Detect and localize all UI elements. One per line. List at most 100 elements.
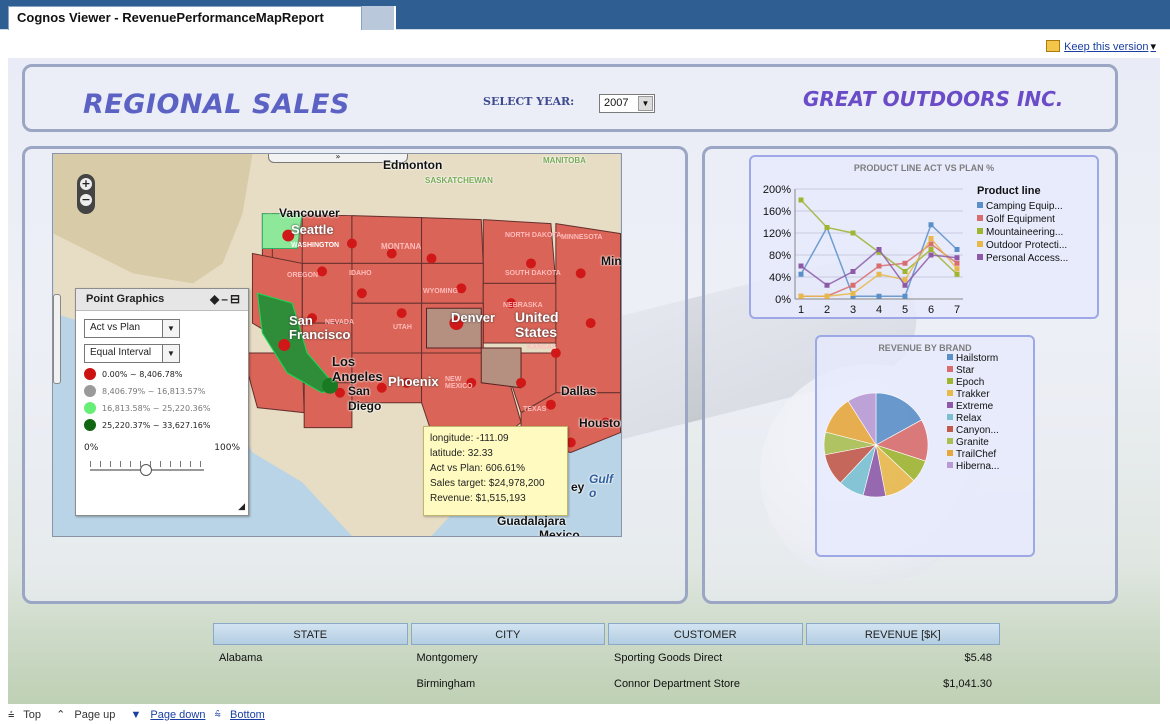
map-label: MONTANA <box>381 242 422 251</box>
map-label: Guadalajara <box>497 514 566 528</box>
nav-page-down-link[interactable]: Page down <box>150 709 205 721</box>
pie-legend-item: Canyon... <box>947 425 999 436</box>
map-label: Gulf o <box>589 472 613 500</box>
zoom-control[interactable]: + − <box>77 174 95 214</box>
zoom-out-icon[interactable]: − <box>80 194 92 206</box>
map-label: WYOMING <box>423 288 458 295</box>
legend-label: Hailstorm <box>956 353 999 364</box>
nav-page-up-label: Page up <box>74 709 116 721</box>
line-legend-item: Mountaineering... <box>977 227 1063 238</box>
series-point <box>928 252 934 258</box>
title-bar-tab-stub <box>362 6 396 30</box>
cell-customer: Connor Department Store <box>614 678 740 690</box>
minimize-icon[interactable]: – <box>221 292 230 306</box>
legend-range-label: 0.00% ~ 8,406.78% <box>102 369 183 379</box>
series-point <box>824 282 830 288</box>
series-point <box>954 260 960 266</box>
x-tick-label: 1 <box>798 304 804 316</box>
map-label: MINNESOTA <box>561 234 603 241</box>
nav-bottom-link[interactable]: Bottom <box>230 709 265 721</box>
line-chart-title: PRODUCT LINE ACT VS PLAN % <box>853 163 995 173</box>
cell-city: Montgomery <box>416 652 478 664</box>
classification-select[interactable]: Equal Interval ▼ <box>84 344 180 363</box>
series-point <box>954 255 960 261</box>
year-select[interactable]: 2007 ▼ <box>599 94 655 113</box>
pie-legend-item: Extreme <box>947 401 993 412</box>
zoom-in-icon[interactable]: + <box>80 178 92 190</box>
chevron-down-icon[interactable]: ▼ <box>638 96 653 111</box>
line-legend-item: Personal Access... <box>977 253 1068 264</box>
legend-swatch-icon <box>947 366 953 372</box>
move-icon[interactable]: ◆ <box>210 292 221 306</box>
classification-select-value: Equal Interval <box>90 347 152 358</box>
pie-chart <box>823 392 929 498</box>
legend-swatch-icon <box>947 390 953 396</box>
series-point <box>928 222 934 228</box>
legend-range-label: 25,220.37% ~ 33,627.16% <box>102 420 211 430</box>
y-tick-label: 0% <box>775 294 791 306</box>
line-legend-item: Camping Equip... <box>977 201 1063 212</box>
nav-bottom[interactable]: ⩯ Bottom <box>215 709 265 721</box>
map-label: Vancouver <box>279 206 340 220</box>
table-row: Birmingham Connor Department Store $1,04… <box>213 671 1003 697</box>
legend-label: Epoch <box>956 377 985 388</box>
slider-knob[interactable] <box>140 464 152 476</box>
y-tick-label: 200% <box>763 184 791 196</box>
resize-icon[interactable]: ◢ <box>238 502 245 512</box>
point-graphics-header: Point Graphics ◆–⊟ <box>76 289 248 311</box>
map-label: Mexico <box>539 528 580 537</box>
chevron-down-icon[interactable]: ▾ <box>1150 41 1156 53</box>
chevron-down-icon[interactable]: ▼ <box>162 320 179 337</box>
pie-legend-item: Star <box>947 365 974 376</box>
measure-select[interactable]: Act vs Plan ▼ <box>84 319 180 338</box>
pie-chart-title: REVENUE BY BRAND <box>878 343 972 353</box>
pie-legend-item: TrailChef <box>947 449 996 460</box>
nav-page-down[interactable]: ▼ Page down <box>130 709 205 721</box>
series-point <box>954 271 960 277</box>
map-view[interactable]: » + − Edmonton MANITOBA SASKATCHEWAN Van… <box>52 153 622 537</box>
page-down-icon: ▼ <box>130 709 142 721</box>
report-canvas: REGIONAL SALES SELECT YEAR: 2007 ▼ GREAT… <box>8 58 1160 704</box>
legend-swatch-icon <box>977 228 983 234</box>
year-select-value: 2007 <box>604 97 629 109</box>
chevron-down-icon[interactable]: ▼ <box>162 345 179 362</box>
line-legend-item: Golf Equipment <box>977 214 1055 225</box>
column-header-city: CITY <box>410 623 605 645</box>
nav-top[interactable]: ⩮ Top <box>8 709 47 721</box>
title-bar: Cognos Viewer - RevenuePerformanceMapRep… <box>0 0 1170 30</box>
side-panel-handle[interactable] <box>53 294 61 384</box>
nav-page-up[interactable]: ⌃ Page up <box>56 709 121 721</box>
point-graphics-title: Point Graphics <box>86 293 165 305</box>
legend-dot-icon <box>84 419 96 431</box>
x-tick-label: 7 <box>954 304 960 316</box>
keep-version-link[interactable]: Keep this version ▾ <box>1046 40 1156 53</box>
revenue-table: STATE CITY CUSTOMER REVENUE [$K] Alabama… <box>213 623 1003 697</box>
maximize-icon[interactable]: ⊟ <box>230 292 242 306</box>
pie-chart-box: REVENUE BY BRAND Hailstorm Star Epoch Trakk… <box>815 335 1035 557</box>
series-point <box>850 291 856 296</box>
legend-swatch-icon <box>947 354 953 360</box>
cell-revenue: $1,041.30 <box>943 678 993 690</box>
legend-swatch-icon <box>977 241 983 247</box>
map-panel: » + − Edmonton MANITOBA SASKATCHEWAN Van… <box>22 146 688 604</box>
transparency-slider[interactable] <box>90 461 204 476</box>
map-label: Denver <box>451 310 496 325</box>
y-tick-label: 80% <box>769 250 791 262</box>
line-legend-item: Outdoor Protecti... <box>977 240 1067 251</box>
legend-label: Trakker <box>956 389 990 400</box>
cell-state: Alabama <box>219 652 263 664</box>
series-point <box>876 263 882 269</box>
pie-legend-item: Relax <box>947 413 982 424</box>
map-label: Houston <box>579 416 621 430</box>
column-header-customer: CUSTOMER <box>608 623 803 645</box>
map-label: SOUTH DAKOTA <box>505 270 561 277</box>
bottom-icon: ⩯ <box>214 709 221 721</box>
legend-range-1: 0.00% ~ 8,406.78% <box>84 368 248 380</box>
series-point <box>798 293 804 299</box>
legend-swatch-icon <box>977 215 983 221</box>
x-tick-label: 2 <box>824 304 830 316</box>
page-navigation: ⩮ Top ⌃ Page up ▼ Page down ⩯ Bottom <box>8 708 271 722</box>
series-point <box>824 225 830 230</box>
legend-swatch-icon <box>947 402 953 408</box>
legend-range-2: 8,406.79% ~ 16,813.57% <box>84 385 248 397</box>
